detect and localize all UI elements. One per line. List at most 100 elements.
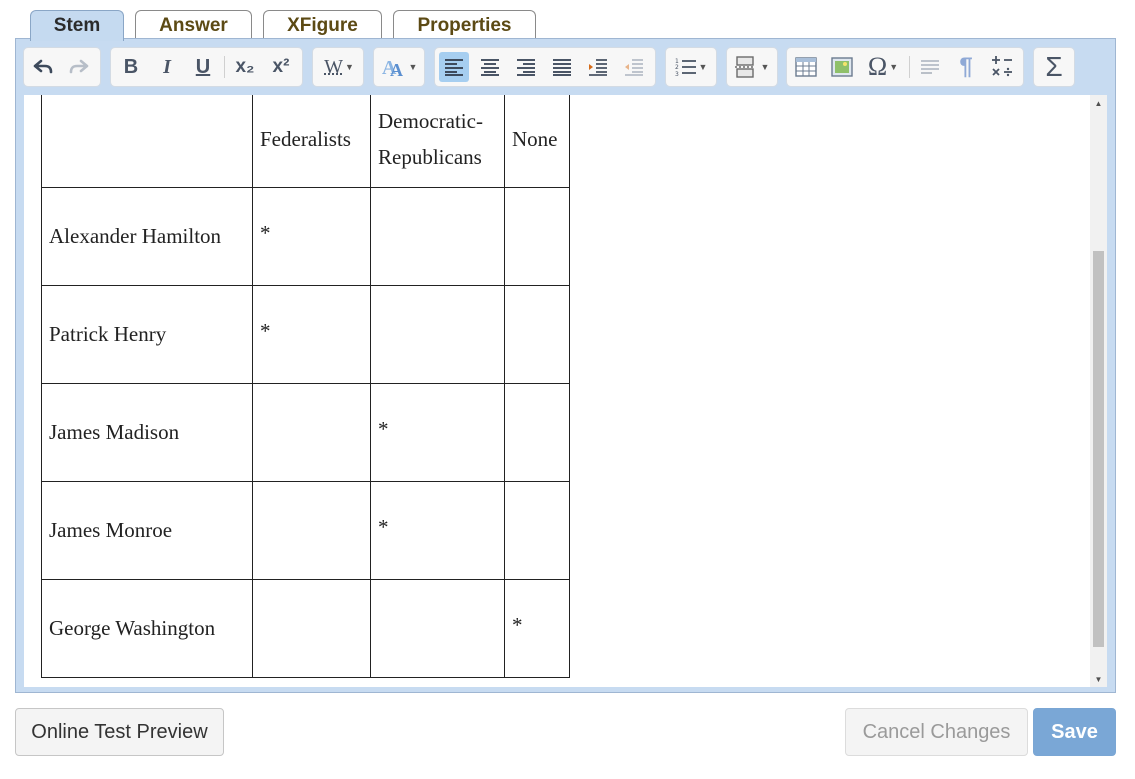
table-mark-cell (370, 285, 505, 384)
table-row: George Washington * (41, 579, 570, 678)
table-mark-cell: * (370, 383, 505, 482)
scroll-thumb[interactable] (1093, 251, 1104, 647)
tab-answer[interactable]: Answer (135, 10, 252, 40)
superscript-icon[interactable]: x² (266, 52, 296, 82)
svg-text:3: 3 (675, 71, 679, 77)
redo-icon[interactable] (64, 52, 94, 82)
subscript-icon[interactable]: x₂ (230, 52, 260, 82)
rich-text-editor: B I U x₂ x² W ▼ AA ▼ 1 2 3 ▼ ▼ Ω ▼ ¶ Σ F… (15, 38, 1116, 693)
chevron-down-icon: ▼ (889, 62, 899, 72)
table-mark-cell: * (252, 285, 371, 384)
table-header-row: Federalists Democratic- Republicans None (41, 95, 570, 188)
online-test-preview-button[interactable]: Online Test Preview (15, 708, 224, 756)
pilcrow-glyph: ¶ (959, 53, 973, 80)
pilcrow-icon[interactable]: ¶ (951, 52, 981, 82)
editor-toolbar: B I U x₂ x² W ▼ AA ▼ 1 2 3 ▼ ▼ Ω ▼ ¶ Σ (16, 39, 1115, 95)
table-row: James Madison * (41, 383, 570, 482)
subscript-glyph: x₂ (235, 56, 255, 77)
undo-icon[interactable] (28, 52, 58, 82)
italic-glyph: I (163, 55, 171, 78)
insert-group: Ω ▼ ¶ (786, 47, 1024, 87)
vertical-scrollbar[interactable]: ▲ ▼ (1090, 95, 1107, 687)
cancel-changes-button[interactable]: Cancel Changes (845, 708, 1028, 756)
bold-icon[interactable]: B (116, 52, 146, 82)
align-center-icon[interactable] (475, 52, 505, 82)
tab-label: Answer (159, 14, 228, 36)
table-mark-cell (252, 481, 371, 580)
table-name-cell: Patrick Henry (41, 285, 253, 384)
svg-text:A: A (390, 60, 403, 78)
bold-glyph: B (123, 55, 139, 78)
page-group: ▼ (726, 47, 778, 87)
table-row: Alexander Hamilton * (41, 187, 570, 286)
underline-icon[interactable]: U (188, 52, 218, 82)
paragraph-icon[interactable] (915, 52, 945, 82)
italic-icon[interactable]: I (152, 52, 182, 82)
table-name-cell: George Washington (41, 579, 253, 678)
special-char-icon[interactable]: Ω ▼ (863, 52, 903, 82)
align-right-icon[interactable] (511, 52, 541, 82)
list-group: 123 ▼ (665, 47, 717, 87)
table-header-cell: None (504, 95, 570, 188)
word-format-icon[interactable]: W ▼ (319, 52, 359, 82)
clear-format-icon[interactable]: AA ▼ (378, 52, 420, 82)
clear-format-group: AA ▼ (373, 47, 425, 87)
table-mark-cell (252, 383, 371, 482)
tab-stem[interactable]: Stem (30, 10, 124, 41)
equation-group: Σ (1033, 47, 1075, 87)
table-mark-cell (504, 285, 570, 384)
table-row: James Monroe * (41, 481, 570, 580)
scroll-down-icon[interactable]: ▼ (1090, 671, 1107, 687)
align-left-icon[interactable] (439, 52, 469, 82)
scroll-up-icon[interactable]: ▲ (1090, 95, 1107, 111)
chevron-down-icon: ▼ (698, 62, 708, 72)
tab-xfigure[interactable]: XFigure (263, 10, 382, 40)
history-group (23, 47, 101, 87)
divider (224, 56, 225, 78)
table-mark-cell (370, 187, 505, 286)
outdent-icon[interactable] (619, 52, 649, 82)
table-mark-cell: * (504, 579, 570, 678)
tab-label: XFigure (287, 14, 358, 36)
table-name-cell: Alexander Hamilton (41, 187, 253, 286)
underline-glyph: U (195, 55, 211, 78)
word-format-group: W ▼ (312, 47, 364, 87)
table-mark-cell (370, 579, 505, 678)
svg-text:2: 2 (675, 64, 679, 71)
image-icon[interactable] (827, 52, 857, 82)
chevron-down-icon: ▼ (408, 62, 418, 72)
numbered-list-icon[interactable]: 123 ▼ (670, 52, 712, 82)
sigma-icon[interactable]: Σ (1039, 51, 1069, 82)
table-name-cell: James Monroe (41, 481, 253, 580)
table-header-cell: Democratic- Republicans (370, 95, 505, 188)
table-row: Patrick Henry * (41, 285, 570, 384)
table-icon[interactable] (791, 52, 821, 82)
page-break-icon[interactable]: ▼ (731, 52, 773, 82)
omega-glyph: Ω (867, 52, 888, 81)
party-table: Federalists Democratic- Republicans None … (41, 95, 570, 678)
word-glyph: W (324, 55, 343, 78)
tab-label: Stem (53, 15, 101, 36)
table-name-cell: James Madison (41, 383, 253, 482)
table-mark-cell: * (252, 187, 371, 286)
save-button[interactable]: Save (1033, 708, 1116, 756)
text-style-group: B I U x₂ x² (110, 47, 303, 87)
superscript-glyph: x² (272, 56, 290, 77)
chevron-down-icon: ▼ (760, 62, 770, 72)
sigma-glyph: Σ (1045, 51, 1063, 82)
alignment-group (434, 47, 656, 87)
tab-label: Properties (417, 14, 512, 36)
indent-icon[interactable] (583, 52, 613, 82)
math-operators-icon[interactable] (987, 52, 1017, 82)
table-header-cell (41, 95, 253, 188)
tab-properties[interactable]: Properties (393, 10, 536, 40)
table-header-cell: Federalists (252, 95, 371, 188)
table-mark-cell (504, 187, 570, 286)
divider (909, 56, 910, 78)
table-mark-cell: * (370, 481, 505, 580)
table-mark-cell (504, 383, 570, 482)
chevron-down-icon: ▼ (344, 62, 354, 72)
align-justify-icon[interactable] (547, 52, 577, 82)
table-mark-cell (252, 579, 371, 678)
editor-content[interactable]: Federalists Democratic- Republicans None … (24, 95, 1107, 687)
